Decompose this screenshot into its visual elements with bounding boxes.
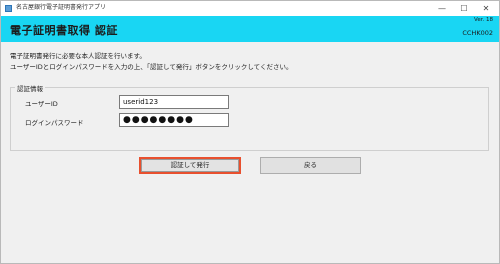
- version-label: Ver. 18: [474, 17, 493, 23]
- screen-id-label: CCHK002: [462, 29, 493, 37]
- user-id-label: ユーザーID: [25, 100, 58, 108]
- app-window: 名古屋銀行電子証明書発行アプリ — ☐ ✕ 電子証明書取得 認証 Ver. 18…: [0, 0, 500, 264]
- auth-info-group: 認証情報 ユーザーID ログインパスワード: [10, 83, 489, 151]
- window-title: 名古屋銀行電子証明書発行アプリ: [16, 4, 107, 11]
- minimize-icon[interactable]: —: [431, 1, 453, 16]
- intro-text-line-1: 電子証明書発行に必要な本人認証を行います。: [10, 52, 146, 60]
- user-id-input[interactable]: [119, 95, 229, 109]
- maximize-icon[interactable]: ☐: [453, 1, 475, 16]
- intro-text-line-2: ユーザーIDとログインパスワードを入力の上、「認証して発行」ボタンをクリックして…: [10, 63, 293, 71]
- page-title: 電子証明書取得 認証: [10, 24, 118, 37]
- password-input[interactable]: [119, 113, 229, 127]
- auth-info-legend: 認証情報: [15, 83, 45, 93]
- back-button[interactable]: 戻る: [260, 157, 361, 174]
- authenticate-button-label: 認証して発行: [141, 159, 239, 172]
- close-icon[interactable]: ✕: [475, 1, 497, 16]
- main-content: 電子証明書発行に必要な本人認証を行います。 ユーザーIDとログインパスワードを入…: [1, 42, 499, 263]
- password-label: ログインパスワード: [25, 119, 84, 127]
- app-icon: [5, 5, 12, 12]
- authenticate-button[interactable]: 認証して発行: [139, 157, 241, 174]
- title-bar[interactable]: 名古屋銀行電子証明書発行アプリ — ☐ ✕: [1, 1, 499, 16]
- page-header: 電子証明書取得 認証 Ver. 18 CCHK002: [1, 16, 499, 42]
